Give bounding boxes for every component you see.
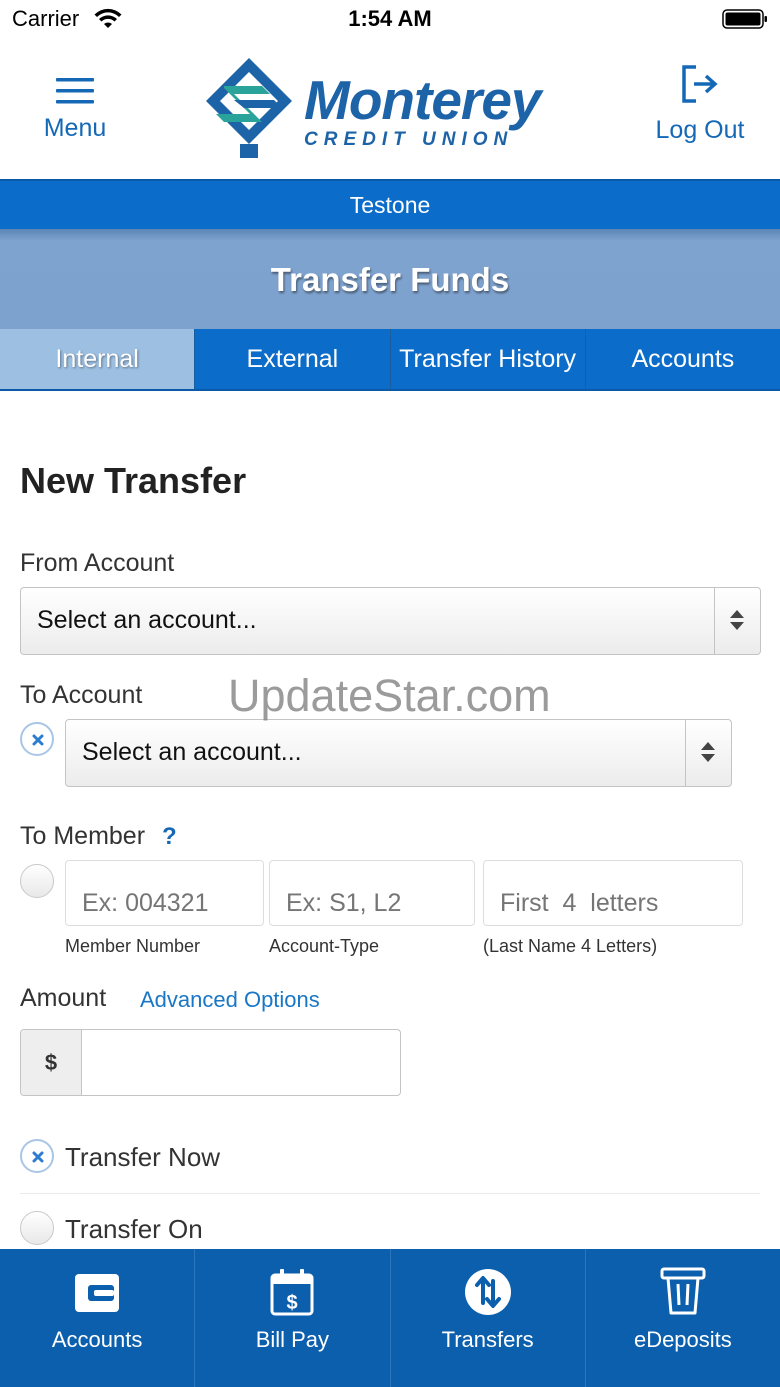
help-icon[interactable]: ? (162, 823, 177, 851)
check-deposit-icon (660, 1267, 706, 1315)
transfer-on-radio[interactable] (20, 1211, 54, 1245)
app-header: Menu Monterey CREDIT UNION Log Out (0, 40, 780, 179)
page-title: Transfer Funds (270, 261, 510, 298)
status-bar: Carrier 1:54 AM (0, 0, 780, 40)
to-account-select[interactable]: Select an account... (65, 719, 732, 787)
last-name-hint: (Last Name 4 Letters) (483, 936, 658, 956)
tab-transfer-history[interactable]: Transfer History (391, 329, 586, 389)
form-title: New Transfer (20, 460, 247, 501)
select-arrow (714, 588, 760, 654)
logout-button[interactable]: Log Out (648, 64, 752, 154)
nav-accounts-label: Accounts (51, 1327, 143, 1352)
wallet-icon (75, 1274, 120, 1312)
nav-bill-pay[interactable]: $ Bill Pay (195, 1249, 391, 1387)
from-account-select[interactable]: Select an account... (20, 587, 761, 655)
currency-addon: $ (21, 1030, 82, 1095)
radio-check-icon (29, 1148, 47, 1166)
transfer-now-label: Transfer Now (65, 1142, 221, 1172)
user-name-band: Testone (0, 179, 780, 229)
last-name-input[interactable] (483, 860, 743, 926)
hamburger-icon (56, 78, 94, 104)
page-title-bar: Transfer Funds (0, 229, 780, 329)
to-account-radio[interactable] (20, 722, 54, 756)
transfer-on-label: Transfer On (65, 1214, 203, 1244)
to-account-value: Select an account... (82, 738, 302, 766)
transfer-now-radio[interactable] (20, 1139, 54, 1173)
advanced-options-link[interactable]: Advanced Options (140, 987, 320, 1013)
logout-icon (682, 65, 718, 103)
sort-arrows-icon (730, 610, 744, 630)
nav-edeposits-label: eDeposits (633, 1327, 732, 1352)
to-member-label: To Member (20, 822, 146, 850)
transfer-arrows-icon (464, 1269, 511, 1315)
account-type-input[interactable] (269, 860, 475, 926)
nav-edeposits[interactable]: eDeposits (586, 1249, 780, 1387)
menu-button[interactable]: Menu (30, 72, 120, 152)
battery-icon (722, 9, 767, 29)
calendar-dollar-icon: $ (270, 1269, 314, 1316)
sort-arrows-icon (701, 742, 715, 762)
to-member-radio[interactable] (20, 864, 54, 898)
menu-label: Menu (43, 114, 107, 142)
amount-label: Amount (20, 984, 107, 1012)
from-account-label: From Account (20, 549, 175, 577)
amount-input-group[interactable]: $ (20, 1029, 401, 1096)
transfer-tabs: Internal External Transfer History Accou… (0, 329, 780, 391)
nav-accounts[interactable]: Accounts (0, 1249, 196, 1387)
tab-internal[interactable]: Internal (0, 329, 196, 389)
tab-accounts[interactable]: Accounts (586, 329, 780, 389)
account-type-hint: Account-Type (269, 936, 380, 956)
member-number-input[interactable] (65, 860, 264, 926)
clock: 1:54 AM (348, 6, 432, 31)
watermark: UpdateStar.com (228, 670, 551, 721)
divider (20, 1193, 760, 1194)
logo-mark-icon (206, 58, 292, 158)
to-account-label: To Account (20, 681, 143, 709)
from-account-value: Select an account... (37, 606, 257, 634)
logo-wordmark: Monterey (304, 69, 541, 131)
monterey-logo: Monterey CREDIT UNION (204, 56, 584, 160)
radio-check-icon (29, 731, 47, 749)
logout-label: Log Out (655, 116, 745, 144)
nav-transfers-label: Transfers (441, 1327, 534, 1352)
svg-text:$: $ (287, 1292, 298, 1314)
nav-transfers[interactable]: Transfers (391, 1249, 586, 1387)
tab-external[interactable]: External (195, 329, 391, 389)
bottom-nav: Accounts $ Bill Pay Transfers eDeposits (0, 1249, 780, 1387)
nav-bill-pay-label: Bill Pay (255, 1327, 330, 1352)
member-number-hint: Member Number (65, 936, 201, 956)
select-arrow (685, 720, 731, 786)
logo-subtitle: CREDIT UNION (304, 129, 514, 150)
